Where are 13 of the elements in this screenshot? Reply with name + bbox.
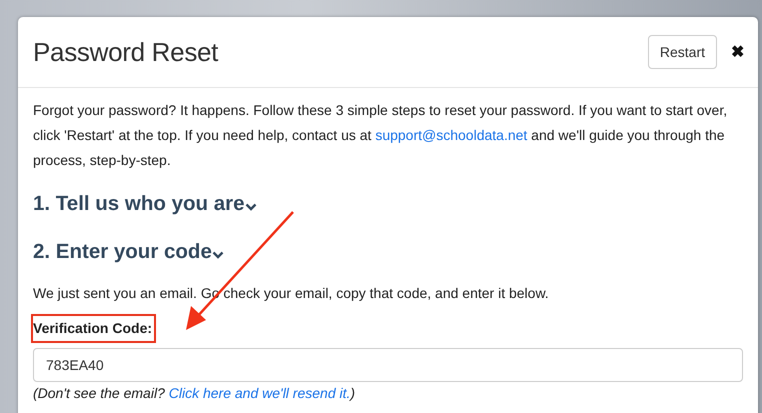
- restart-button[interactable]: Restart: [648, 35, 717, 69]
- field-label: Verification Code:: [31, 314, 156, 343]
- dialog-title: Password Reset: [33, 36, 220, 68]
- verification-code-field[interactable]: 783EA40: [33, 348, 743, 382]
- resend-hint: (Don't see the email? Click here and we'll resend it.): [33, 385, 356, 401]
- chevron-icon: [212, 251, 224, 259]
- intro-paragraph: Forgot your password? It happens. Follow these 3 simple steps to reset your password. If you want to start over, click 'Restart' at the top. If you need help, contact us at support@schooldata.net and we'll guide you through the process, step-by-step.: [33, 101, 728, 170]
- step-heading[interactable]: 1. Tell us who you are: [33, 187, 257, 221]
- chevron-icon: [244, 203, 257, 211]
- resend-link[interactable]: Click here and we'll resend it.: [168, 385, 350, 401]
- support-email-link[interactable]: support@schooldata.net: [375, 127, 528, 143]
- step-heading[interactable]: 2. Enter your code: [33, 235, 224, 269]
- close-button[interactable]: ✖: [731, 42, 744, 62]
